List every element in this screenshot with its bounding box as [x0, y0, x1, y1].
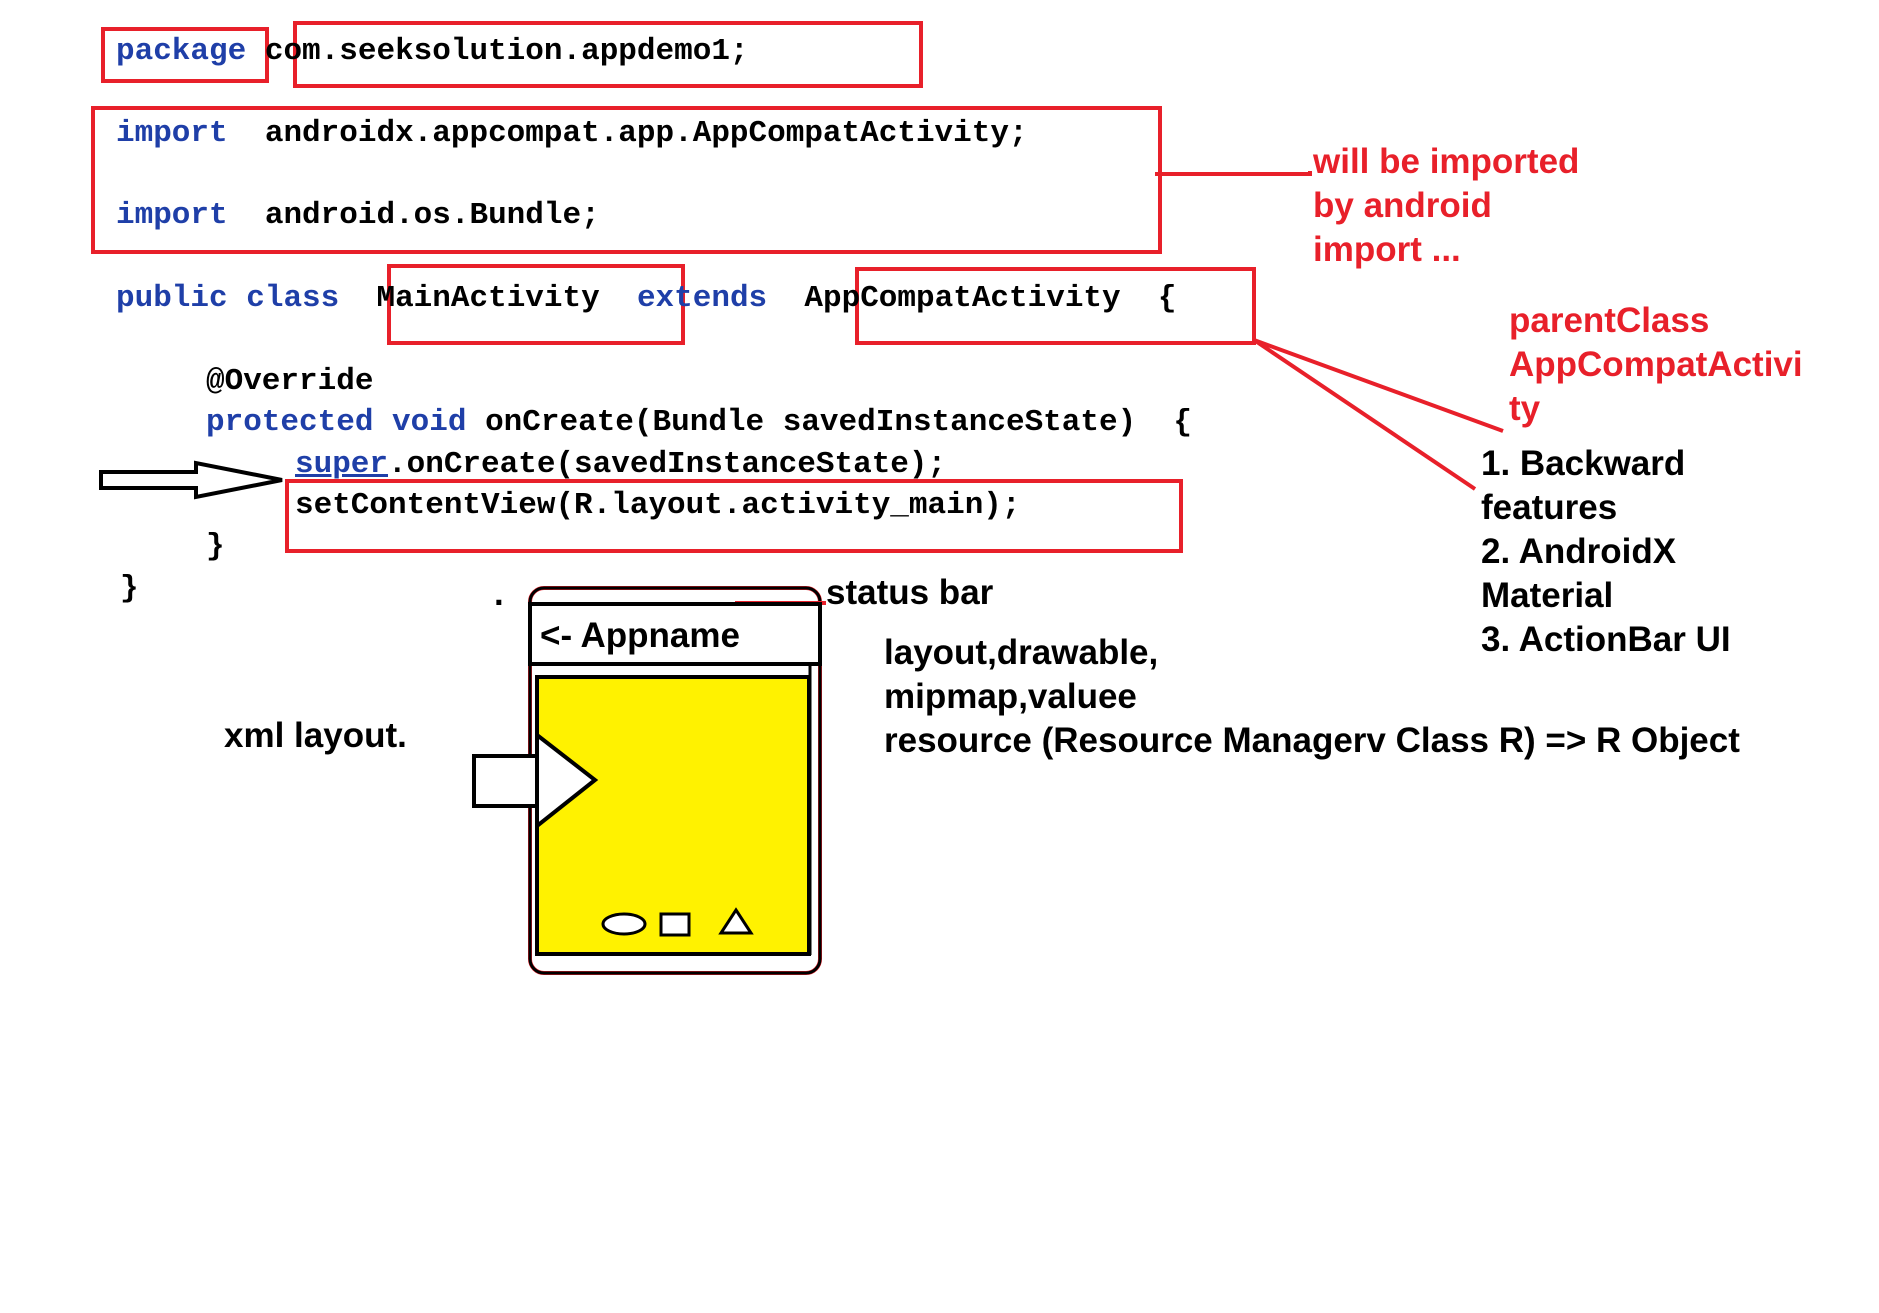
features-list: 1. Backward features 2. AndroidX Material 3.… — [1481, 442, 1731, 662]
package-keyword: package — [116, 34, 247, 69]
class-declaration: public class MainActivity extends AppCom… — [116, 282, 1176, 316]
features-line-4: Material — [1481, 576, 1614, 615]
import-line-2: import android.os.Bundle; — [116, 199, 600, 233]
package-name: com.seeksolution.appdemo1; — [264, 34, 749, 69]
parent-note-line-1: parentClass — [1509, 301, 1710, 340]
super-call: .onCreate(savedInstanceState); — [388, 447, 947, 482]
import-bundle: android.os.Bundle; — [264, 198, 600, 233]
class-close-brace: } — [120, 571, 139, 606]
status-bar-label: status bar — [826, 573, 994, 612]
override-annotation: @Override — [206, 364, 374, 399]
imported-note-line-1: will be imported — [1313, 142, 1580, 181]
method-close-brace: } — [206, 529, 225, 564]
resource-note: layout,drawable, mipmap,valuee resource (R… — [884, 631, 1740, 763]
method-signature: protected void onCreate(Bundle savedInst… — [206, 406, 1192, 440]
xml-layout-connector — [472, 754, 539, 808]
parent-note-line-3: ty — [1509, 389, 1541, 428]
import-keyword: import — [116, 198, 228, 233]
arrow-right-outline-icon — [99, 460, 283, 500]
import-keyword: import — [116, 116, 228, 151]
phone-screen — [535, 675, 811, 956]
features-line-1: 1. Backward — [1481, 444, 1686, 483]
circle-nav-icon — [601, 912, 647, 936]
imported-note-line-2: by android — [1313, 186, 1492, 225]
features-line-3: 2. AndroidX — [1481, 532, 1677, 571]
import-appcompat: androidx.appcompat.app.AppCompatActivity — [264, 116, 1009, 151]
protected-keyword: protected — [206, 405, 374, 440]
public-keyword: public — [116, 281, 228, 316]
method-open-brace: { — [1173, 405, 1193, 440]
features-line-2: features — [1481, 488, 1618, 527]
super-call-line: super.onCreate(savedInstanceState); — [295, 448, 946, 482]
resource-line-3: resource (Resource Managerv Class R) => … — [884, 721, 1740, 760]
parent-note-line-2: AppCompatActivi — [1509, 345, 1803, 384]
square-nav-icon — [659, 912, 691, 937]
appname-label: <- Appname — [540, 616, 740, 655]
imported-note-line-3: import ... — [1313, 230, 1461, 269]
imported-note: will be imported by android import ... — [1313, 140, 1579, 272]
setcontentview-line: setContentView(R.layout.activity_main); — [295, 488, 1021, 523]
xml-layout-label: xml layout. — [224, 716, 407, 755]
class-keyword: class — [246, 281, 340, 316]
resource-line-2: mipmap,valuee — [884, 677, 1137, 716]
parent-connector-2 — [1252, 338, 1477, 491]
import-semicolon: ; — [1008, 116, 1028, 151]
resource-line-1: layout,drawable, — [884, 633, 1159, 672]
import-line-1: import androidx.appcompat.app.AppCompatA… — [116, 117, 1028, 151]
void-keyword: void — [392, 405, 467, 440]
method-name: onCreate(Bundle savedInstanceState) — [485, 405, 1137, 440]
package-line: package com.seeksolution.appdemo1; — [116, 35, 749, 69]
super-keyword: super — [295, 447, 389, 482]
imports-connector — [1155, 171, 1312, 176]
parent-class-note: parentClass AppCompatActivi ty — [1509, 299, 1803, 431]
class-open-brace: { — [1157, 281, 1177, 316]
parent-class-name: AppCompatActivity — [804, 281, 1121, 316]
class-name: MainActivity — [376, 281, 600, 316]
extends-keyword: extends — [636, 281, 768, 316]
parent-connector-1 — [1253, 338, 1504, 433]
stray-dot: . — [494, 574, 504, 613]
